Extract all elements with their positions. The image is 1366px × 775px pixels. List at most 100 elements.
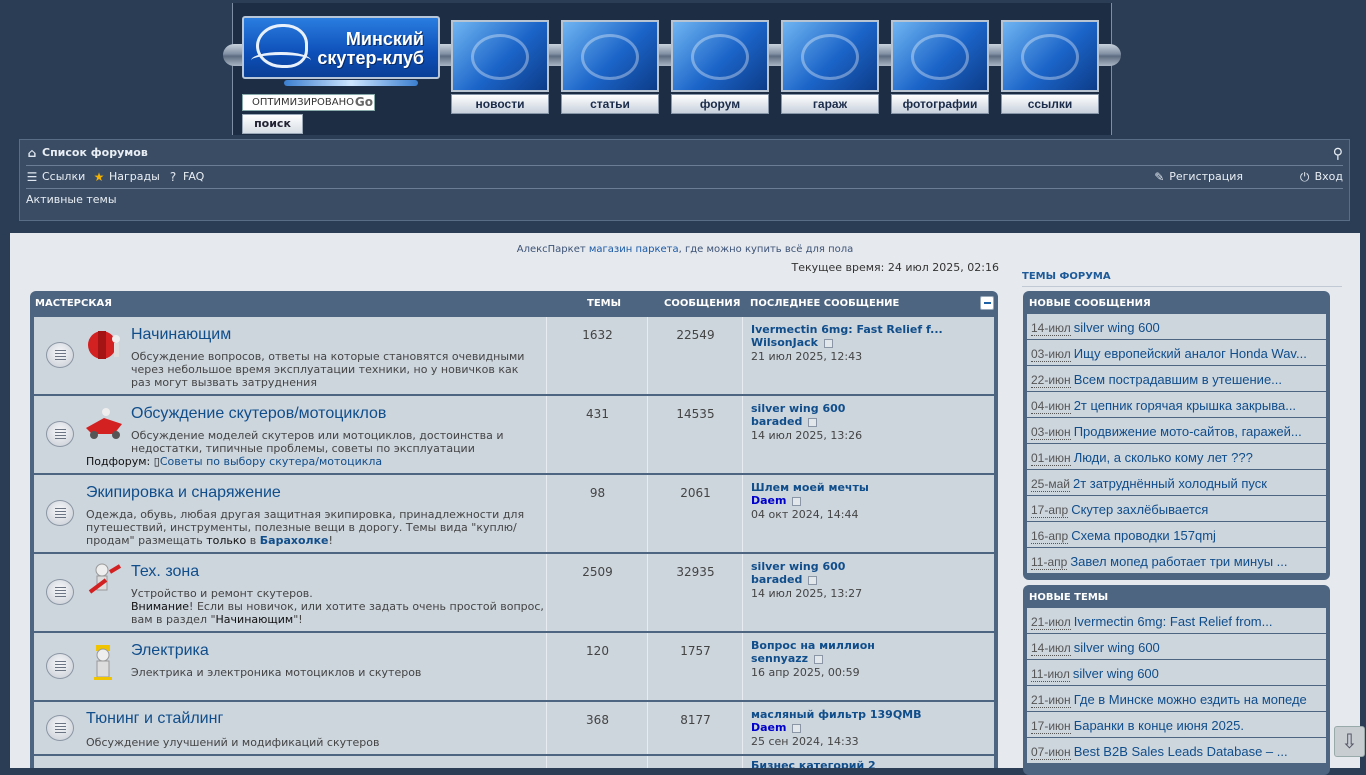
- category-title[interactable]: МАСТЕРСКАЯ: [35, 298, 112, 309]
- active-topics-link[interactable]: Активные темы: [26, 193, 117, 206]
- collapse-icon[interactable]: [980, 296, 994, 310]
- forum-description: Обсуждение вопросов, ответы на которые с…: [131, 350, 525, 389]
- sidebar-topic-item[interactable]: 14-июл silver wing 600: [1027, 634, 1326, 660]
- last-post-user[interactable]: baraded: [751, 573, 802, 586]
- forum-row-partial: Бизнес категорий 2: [34, 756, 994, 768]
- power-icon: ⏻: [1299, 169, 1310, 184]
- topic-link[interactable]: Всем пострадавшим в утешение...: [1074, 372, 1282, 387]
- last-post-title[interactable]: масляный фильтр 139QMB: [751, 708, 951, 721]
- subforum-link[interactable]: Советы по выбору скутера/мотоцикла: [160, 455, 382, 468]
- beginners-link[interactable]: Начинающим: [216, 613, 294, 626]
- topic-link[interactable]: silver wing 600: [1073, 666, 1159, 681]
- nav-links[interactable]: ссылки: [1001, 20, 1099, 116]
- view-post-icon[interactable]: [823, 338, 833, 348]
- forum-title[interactable]: Тюнинг и стайлинг: [86, 710, 223, 728]
- view-post-icon[interactable]: [792, 496, 802, 506]
- col-last-post: ПОСЛЕДНЕЕ СООБЩЕНИЕ: [750, 298, 900, 309]
- sidebar-topic-item[interactable]: 14-июл silver wing 600: [1027, 314, 1326, 340]
- navbar: ⌂ Список форумов ⚲ ☰ Ссылки ★ Награды ? FAQ …: [19, 139, 1350, 221]
- topic-link[interactable]: Где в Минске можно ездить на мопеде: [1074, 692, 1307, 707]
- forum-index-link[interactable]: ⌂ Список форумов: [26, 146, 148, 159]
- posts-count: 22549: [649, 317, 743, 394]
- forum-read-icon: [46, 715, 74, 741]
- topic-link[interactable]: Баранки в конце июня 2025.: [1074, 718, 1244, 733]
- topic-link[interactable]: Ivermectin 6mg: Fast Relief from...: [1074, 614, 1273, 629]
- last-post-user[interactable]: Daem: [751, 494, 786, 507]
- sidebar-topic-item[interactable]: 03-июн Продвижение мото-сайтов, гаражей..…: [1027, 418, 1326, 444]
- topic-date: 14-июл: [1031, 321, 1071, 336]
- topic-link[interactable]: Люди, а сколько кому лет ???: [1074, 450, 1253, 465]
- forum-title[interactable]: Обсуждение скутеров/мотоциклов: [131, 405, 386, 423]
- sidebar-topic-item[interactable]: 22-июн Всем пострадавшим в утешение...: [1027, 366, 1326, 392]
- topic-link[interactable]: Продвижение мото-сайтов, гаражей...: [1074, 424, 1302, 439]
- sidebar-topic-item[interactable]: 01-июн Люди, а сколько кому лет ???: [1027, 444, 1326, 470]
- scroll-down-button[interactable]: ⇩: [1334, 726, 1365, 757]
- topics-count: 368: [548, 702, 648, 754]
- forum-title[interactable]: Электрика: [131, 642, 209, 660]
- topic-link[interactable]: 2т цепник горячая крышка закрыва...: [1074, 398, 1296, 413]
- sidebar-topic-item[interactable]: 21-июн Где в Минске можно ездить на мопед…: [1027, 686, 1326, 712]
- nav-news[interactable]: новости: [451, 20, 549, 116]
- last-post-user[interactable]: baraded: [751, 415, 802, 428]
- logo-line1: Минский: [345, 29, 424, 49]
- topic-link[interactable]: 2т затруднённый холодный пуск: [1073, 476, 1267, 491]
- topic-link[interactable]: Схема проводки 157qmj: [1071, 528, 1216, 543]
- sidebar-topic-item[interactable]: 03-июл Ищу европейский аналог Honda Wav..…: [1027, 340, 1326, 366]
- topic-link[interactable]: silver wing 600: [1074, 640, 1160, 655]
- forum-title[interactable]: Начинающим: [131, 326, 231, 344]
- sidebar-topic-item[interactable]: 21-июл Ivermectin 6mg: Fast Relief from..…: [1027, 608, 1326, 634]
- sidebar-topic-item[interactable]: 07-июн Best B2B Sales Leads Database – ..…: [1027, 738, 1326, 764]
- logo-line2: скутер-клуб: [317, 48, 424, 68]
- main-content: АлексПаркет магазин паркета, где можно к…: [10, 233, 1360, 775]
- forum-title[interactable]: Экипировка и снаряжение: [86, 484, 281, 502]
- sidebar-topic-item[interactable]: 16-апр Схема проводки 157qmj: [1027, 522, 1326, 548]
- topic-link[interactable]: Завел мопед работает три минуы ...: [1070, 554, 1287, 569]
- nav-garage[interactable]: гараж: [781, 20, 879, 116]
- last-post-time: 25 сен 2024, 14:33: [751, 735, 859, 748]
- header-search-button[interactable]: поиск: [242, 114, 303, 134]
- last-post-user[interactable]: Daem: [751, 721, 786, 734]
- last-post-user[interactable]: sennyazz: [751, 652, 808, 665]
- search-icon[interactable]: ⚲: [1333, 146, 1343, 162]
- promo-link[interactable]: магазин паркета: [589, 244, 679, 255]
- view-post-icon[interactable]: [808, 575, 818, 585]
- sidebar-topic-item[interactable]: 04-июн 2т цепник горячая крышка закрыва..…: [1027, 392, 1326, 418]
- forum-read-icon: [46, 500, 74, 526]
- login-link[interactable]: ⏻ Вход: [1299, 170, 1343, 183]
- flea-market-link[interactable]: Барахолке: [260, 534, 329, 547]
- last-post-title[interactable]: silver wing 600: [751, 402, 951, 415]
- last-post-title[interactable]: silver wing 600: [751, 560, 951, 573]
- topic-date: 11-апр: [1031, 555, 1068, 570]
- links-menu[interactable]: ☰ Ссылки: [26, 170, 86, 183]
- sidebar-topic-item[interactable]: 17-апр Скутер захлёбывается: [1027, 496, 1326, 522]
- topics-count: 1632: [548, 317, 648, 394]
- last-post-title[interactable]: Ivermectin 6mg: Fast Relief f...: [751, 323, 951, 336]
- nav-photos[interactable]: фотографии: [891, 20, 989, 116]
- sidebar-topic-item[interactable]: 11-июл silver wing 600: [1027, 660, 1326, 686]
- forum-title[interactable]: Тех. зона: [131, 563, 199, 581]
- view-post-icon[interactable]: [808, 417, 818, 427]
- last-post-title[interactable]: Шлем моей мечты: [751, 481, 951, 494]
- last-post-title[interactable]: Бизнес категорий 2: [751, 759, 951, 768]
- topic-date: 14-июл: [1031, 641, 1071, 656]
- sidebar-topic-item[interactable]: 17-июн Баранки в конце июня 2025.: [1027, 712, 1326, 738]
- header-search-input[interactable]: ОПТИМИЗИРОВАНО Go: [242, 94, 375, 111]
- last-post-title[interactable]: Вопрос на миллион: [751, 639, 951, 652]
- awards-link[interactable]: ★ Награды: [93, 170, 160, 183]
- nav-articles[interactable]: статьи: [561, 20, 659, 116]
- faq-link[interactable]: ? FAQ: [167, 170, 205, 183]
- forum-description: Обсуждение моделей скутеров или мотоцикл…: [131, 429, 504, 455]
- topic-link[interactable]: Скутер захлёбывается: [1071, 502, 1208, 517]
- forum-row: Электрика Электрика и электроника мотоци…: [34, 633, 994, 701]
- nav-forum[interactable]: форум: [671, 20, 769, 116]
- topic-link[interactable]: silver wing 600: [1074, 320, 1160, 335]
- view-post-icon[interactable]: [814, 654, 824, 664]
- last-post-user[interactable]: WilsonJack: [751, 336, 818, 349]
- register-link[interactable]: ✎ Регистрация: [1153, 170, 1243, 183]
- sidebar-topic-item[interactable]: 11-апр Завел мопед работает три минуы ...: [1027, 548, 1326, 574]
- site-logo[interactable]: Минский скутер-клуб: [242, 16, 440, 86]
- topic-link[interactable]: Best B2B Sales Leads Database – ...: [1074, 744, 1288, 759]
- view-post-icon[interactable]: [792, 723, 802, 733]
- sidebar-topic-item[interactable]: 25-май 2т затруднённый холодный пуск: [1027, 470, 1326, 496]
- topic-link[interactable]: Ищу европейский аналог Honda Wav...: [1074, 346, 1307, 361]
